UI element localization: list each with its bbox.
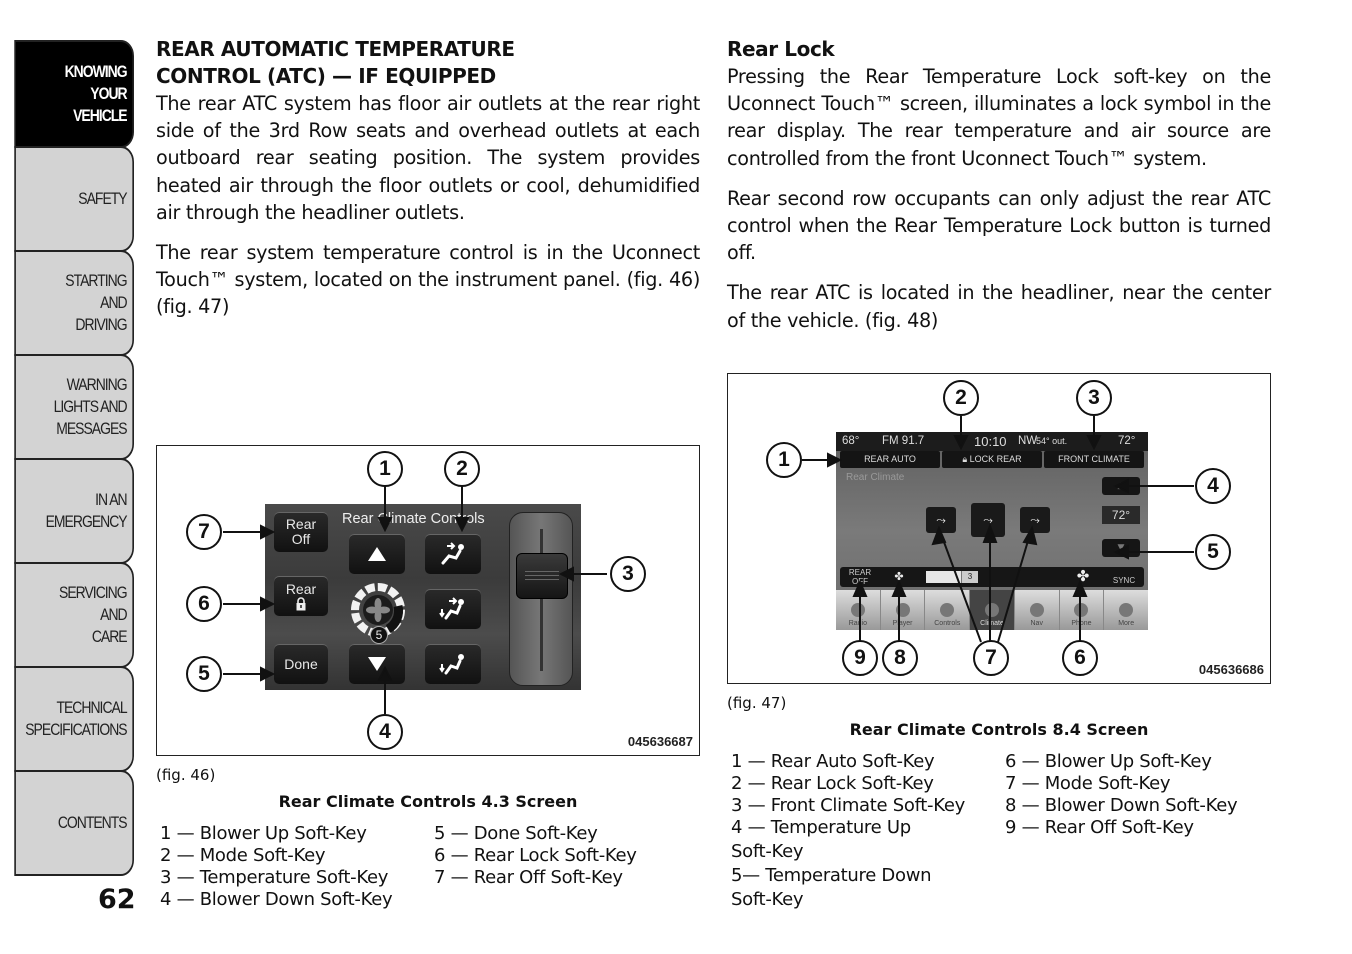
tab-knowing-your-vehicle[interactable]: KNOWING YOUR VEHICLE	[14, 40, 134, 148]
legend-item: 9 — Rear Off Soft-Key	[1005, 817, 1194, 838]
callout-6: 6	[1062, 640, 1098, 676]
tab-contents[interactable]: CONTENTS	[14, 770, 134, 876]
callout-1: 1	[367, 451, 403, 487]
page-number: 62	[98, 884, 136, 915]
tab-in-an-emergency[interactable]: IN AN EMERGENCY	[14, 458, 134, 564]
figure-47-legend-col2: 6 — Blower Up Soft-Key 7 — Mode Soft-Key…	[1005, 751, 1238, 839]
section-heading: REAR AUTOMATIC TEMPERATURE CONTROL (ATC)…	[156, 36, 700, 90]
tab-label: WARNING LIGHTS AND MESSAGES	[53, 375, 128, 438]
heading-line: CONTROL (ATC) — IF EQUIPPED	[156, 64, 496, 88]
paragraph: The rear ATC system has floor air outlet…	[156, 92, 700, 224]
figure-47: 68° FM 91.7 10:10 NW 54° out. 72° REAR A…	[727, 373, 1271, 684]
callout-8: 8	[882, 640, 918, 676]
legend-item: 3 — Temperature Soft-Key	[160, 867, 389, 888]
callout-7: 7	[186, 514, 222, 550]
legend-item: 6 — Blower Up Soft-Key	[1005, 751, 1212, 772]
callout-2: 2	[444, 451, 480, 487]
tab-label: SERVICING AND CARE	[59, 583, 128, 646]
tab-warning-lights[interactable]: WARNING LIGHTS AND MESSAGES	[14, 354, 134, 460]
legend-item: 7 — Mode Soft-Key	[1005, 773, 1171, 794]
tab-label: TECHNICAL SPECIFICATIONS	[25, 698, 127, 739]
figure-46-tag: (fig. 46)	[156, 766, 216, 784]
paragraph: The rear ATC is located in the headliner…	[727, 281, 1271, 332]
legend-item: 5— Temperature Down	[731, 865, 932, 886]
figure-46-caption: Rear Climate Controls 4.3 Screen	[278, 792, 578, 811]
tab-label: KNOWING YOUR VEHICLE	[64, 62, 128, 125]
legend-item: 5 — Done Soft-Key	[434, 823, 598, 844]
callout-3: 3	[1076, 380, 1112, 416]
paragraph: Rear second row occupants can only adjus…	[727, 186, 1271, 265]
tab-starting-and-driving[interactable]: STARTING AND DRIVING	[14, 250, 134, 356]
callout-9: 9	[842, 640, 878, 676]
tab-label: SAFETY	[78, 189, 127, 208]
heading-line: REAR AUTOMATIC TEMPERATURE	[156, 37, 515, 61]
figure-46-legend-col2: 5 — Done Soft-Key 6 — Rear Lock Soft-Key…	[434, 823, 637, 889]
tab-safety[interactable]: SAFETY	[14, 146, 134, 252]
figure-46: Rear Climate Controls Rear Off Rear Done…	[156, 445, 700, 756]
tab-label: CONTENTS	[57, 813, 128, 832]
figure-code: 045636686	[1198, 662, 1264, 677]
legend-item: Soft-Key	[731, 889, 804, 910]
callout-1: 1	[766, 442, 802, 478]
tab-technical-specifications[interactable]: TECHNICAL SPECIFICATIONS	[14, 666, 134, 772]
figure-47-caption: Rear Climate Controls 8.4 Screen	[849, 720, 1149, 739]
paragraph: Pressing the Rear Temperature Lock soft-…	[727, 65, 1271, 170]
legend-item: 2 — Mode Soft-Key	[160, 845, 326, 866]
legend-item: Soft-Key	[731, 841, 804, 862]
figure-47-tag: (fig. 47)	[727, 694, 787, 712]
callout-arrows	[802, 416, 1194, 643]
legend-item: 7 — Rear Off Soft-Key	[434, 867, 623, 888]
legend-item: 2 — Rear Lock Soft-Key	[731, 773, 934, 794]
callout-7: 7	[973, 640, 1009, 676]
callout-5: 5	[186, 656, 222, 692]
legend-item: 4 — Blower Down Soft-Key	[160, 889, 393, 910]
tab-servicing-and-care[interactable]: SERVICING AND CARE	[14, 562, 134, 668]
callout-4: 4	[1195, 468, 1231, 504]
callout-6: 6	[186, 586, 222, 622]
section-heading: Rear Lock	[727, 37, 835, 61]
legend-item: 8 — Blower Down Soft-Key	[1005, 795, 1238, 816]
legend-item: 6 — Rear Lock Soft-Key	[434, 845, 637, 866]
callout-3: 3	[610, 556, 646, 592]
legend-item: 3 — Front Climate Soft-Key	[731, 795, 965, 816]
paragraph: The rear system temperature control is i…	[156, 241, 700, 319]
figure-47-legend-col1: 1 — Rear Auto Soft-Key 2 — Rear Lock Sof…	[731, 751, 965, 911]
legend-item: 1 — Blower Up Soft-Key	[160, 823, 367, 844]
legend-item: 1 — Rear Auto Soft-Key	[731, 751, 935, 772]
callout-4: 4	[367, 714, 403, 750]
figure-code: 045636687	[627, 734, 693, 749]
figure-46-legend-col1: 1 — Blower Up Soft-Key 2 — Mode Soft-Key…	[160, 823, 393, 911]
tab-label: IN AN EMERGENCY	[45, 490, 128, 531]
legend-item: 4 — Temperature Up	[731, 817, 911, 838]
callout-5: 5	[1195, 534, 1231, 570]
callout-arrows	[223, 486, 607, 714]
callout-2: 2	[943, 380, 979, 416]
right-column: Rear Lock Pressing the Rear Temperature …	[727, 36, 1271, 334]
tab-label: STARTING AND DRIVING	[65, 271, 127, 334]
left-column: REAR AUTOMATIC TEMPERATURE CONTROL (ATC)…	[156, 36, 700, 321]
